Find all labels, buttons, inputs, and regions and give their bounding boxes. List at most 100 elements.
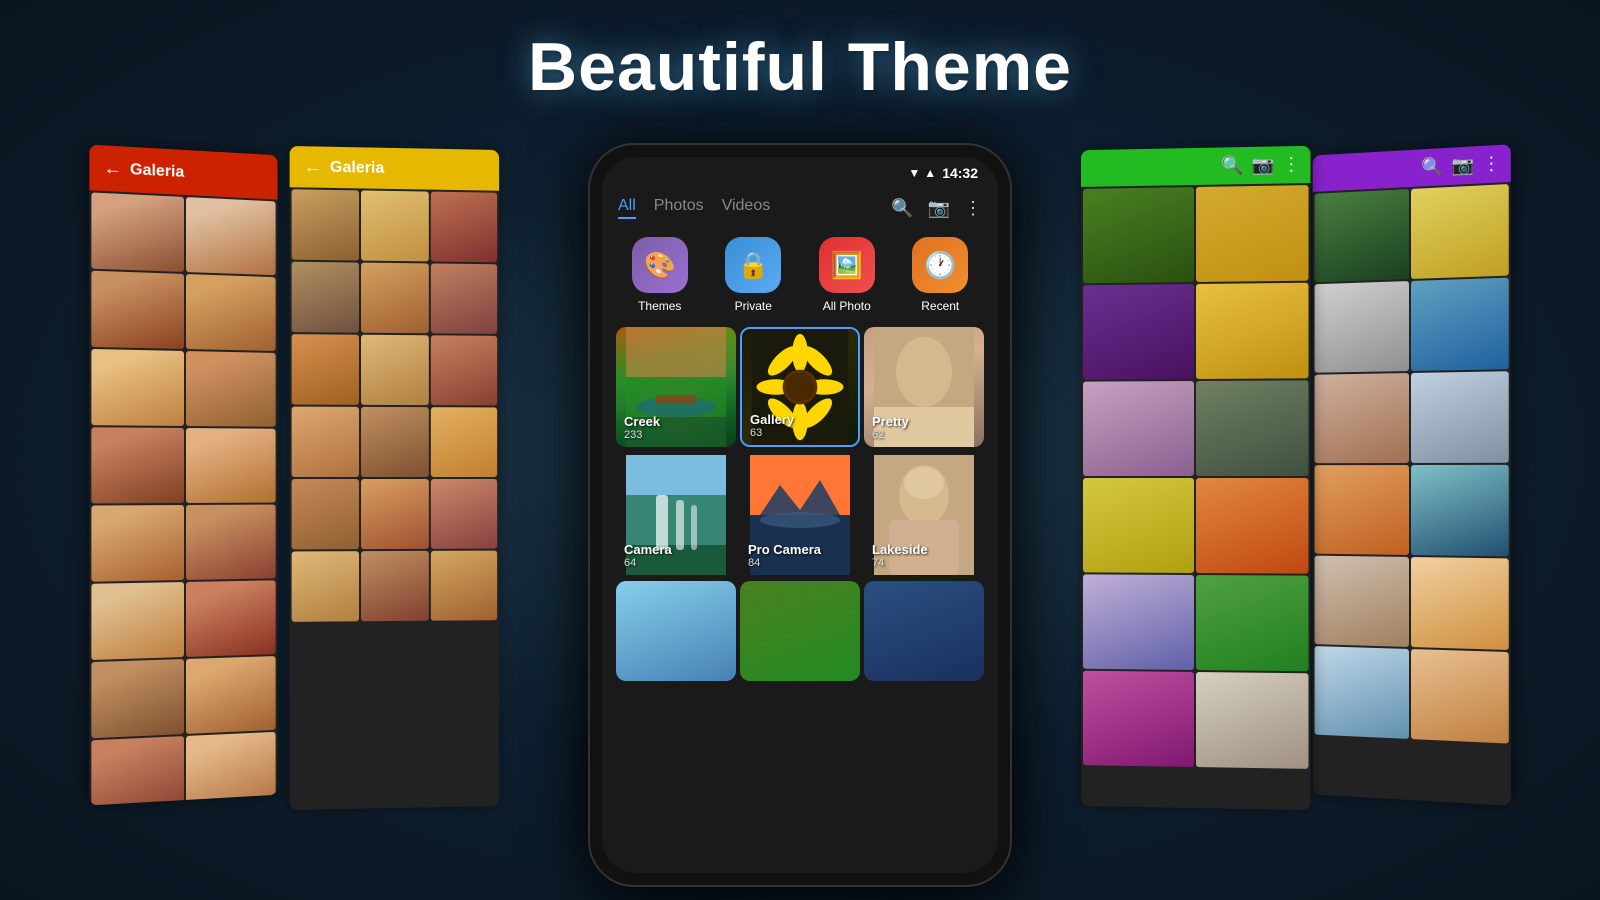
nav-icons: 🔍 📷 ⋮: [891, 198, 982, 219]
phone-screen: ▼ ▲ 14:32 All Photos Videos 🔍 📷 ⋮: [602, 157, 998, 873]
photo-grid-row1: Creek 233: [602, 323, 998, 451]
nature-grid-green: [1081, 183, 1310, 771]
status-time: 14:32: [942, 165, 978, 181]
small-item: [292, 334, 360, 405]
nav-tabs: All Photos Videos: [618, 197, 871, 219]
small-item: [292, 479, 360, 549]
portrait-item: [91, 582, 184, 660]
camera-icon[interactable]: 📷: [928, 198, 950, 219]
small-item: [292, 551, 360, 622]
portrait-item: [186, 732, 276, 806]
portrait-item: [91, 192, 184, 272]
album-camera[interactable]: Camera 64: [616, 455, 736, 575]
right-panel-purple: 🔍 📷 ⋮: [1313, 144, 1511, 806]
tab-all[interactable]: All: [618, 197, 636, 219]
camera-count: 64: [624, 557, 672, 569]
album-procamera[interactable]: Pro Camera 84: [740, 455, 860, 575]
private-label: Private: [735, 299, 772, 313]
wifi-icon: ▼: [908, 166, 920, 180]
allphoto-label: All Photo: [823, 299, 871, 313]
small-item: [430, 335, 497, 405]
extra1-bg: [616, 581, 736, 681]
procamera-count: 84: [748, 557, 821, 569]
nature-item: [1083, 478, 1194, 573]
themes-icon: 🎨: [644, 250, 676, 281]
nature-item: [1083, 187, 1194, 283]
procamera-info: Pro Camera 84: [748, 542, 821, 569]
tab-photos[interactable]: Photos: [654, 197, 704, 219]
portrait-item: [91, 736, 184, 805]
animal-item: [1315, 465, 1409, 555]
nature-item: [1083, 671, 1194, 767]
main-title: Beautiful Theme: [528, 28, 1072, 106]
nature-item: [1196, 478, 1308, 574]
red-panel-title: Galeria: [130, 160, 184, 181]
small-item: [361, 551, 428, 621]
back-icon-yellow: ←: [304, 156, 322, 177]
small-item: [430, 263, 497, 333]
pretty-name: Pretty: [872, 414, 909, 429]
album-extra1[interactable]: [616, 581, 736, 681]
allphoto-icon-box: 🖼️: [819, 237, 875, 293]
photo-grid-row3: [602, 579, 998, 685]
small-item: [430, 551, 497, 621]
search-icon-green: 🔍: [1221, 155, 1243, 176]
nature-item: [1196, 185, 1308, 282]
animal-grid-purple: [1313, 182, 1511, 746]
right-panel-green: 🔍 📷 ⋮: [1081, 146, 1310, 810]
private-icon-box: 🔒: [725, 237, 781, 293]
quick-themes[interactable]: 🎨 Themes: [616, 237, 704, 313]
album-extra3[interactable]: [864, 581, 984, 681]
album-extra2[interactable]: [740, 581, 860, 681]
small-item: [361, 190, 428, 261]
phone: ▼ ▲ 14:32 All Photos Videos 🔍 📷 ⋮: [590, 145, 1010, 885]
album-gallery[interactable]: Gallery 63: [740, 327, 860, 447]
private-icon: 🔒: [737, 250, 769, 281]
yellow-panel-title: Galeria: [330, 158, 384, 177]
portrait-grid-red: [89, 190, 277, 805]
album-creek[interactable]: Creek 233: [616, 327, 736, 447]
gallery-info: Gallery 63: [750, 412, 794, 439]
portrait-item: [91, 505, 184, 582]
quick-private[interactable]: 🔒 Private: [710, 237, 798, 313]
creek-info: Creek 233: [624, 414, 660, 441]
tab-videos[interactable]: Videos: [722, 197, 771, 219]
portrait-item: [186, 656, 276, 734]
phone-body: ▼ ▲ 14:32 All Photos Videos 🔍 📷 ⋮: [590, 145, 1010, 885]
animal-item: [1411, 557, 1509, 650]
quick-icons: 🎨 Themes 🔒 Private 🖼️ All Photo: [602, 227, 998, 323]
gallery-name: Gallery: [750, 412, 794, 427]
album-pretty[interactable]: Pretty 62: [864, 327, 984, 447]
small-item: [292, 262, 360, 333]
camera-info: Camera 64: [624, 542, 672, 569]
animal-item: [1411, 184, 1509, 279]
creek-count: 233: [624, 429, 660, 441]
allphoto-icon: 🖼️: [831, 250, 863, 281]
status-icons: ▼ ▲: [908, 166, 936, 180]
camera-name: Camera: [624, 542, 672, 557]
animal-item: [1315, 189, 1409, 282]
quick-allphoto[interactable]: 🖼️ All Photo: [803, 237, 891, 313]
small-item: [361, 407, 428, 477]
back-icon-red: ←: [104, 158, 122, 180]
nature-item: [1196, 672, 1308, 769]
portrait-item: [186, 197, 276, 275]
animal-item: [1411, 465, 1509, 557]
nature-item: [1083, 574, 1194, 670]
nature-item: [1083, 381, 1194, 476]
portrait-item: [186, 505, 276, 580]
portrait-item: [91, 349, 184, 426]
small-item: [361, 479, 428, 549]
nature-item: [1196, 283, 1308, 379]
themes-icon-box: 🎨: [632, 237, 688, 293]
more-icon[interactable]: ⋮: [964, 198, 982, 219]
album-lakeside[interactable]: Lakeside 74: [864, 455, 984, 575]
nature-item: [1196, 380, 1308, 476]
animal-item: [1315, 281, 1409, 373]
signal-icon: ▲: [924, 166, 936, 180]
more-icon-green: ⋮: [1282, 154, 1300, 175]
yellow-header: ← Galeria: [290, 146, 499, 191]
quick-recent[interactable]: 🕐 Recent: [897, 237, 985, 313]
creek-name: Creek: [624, 414, 660, 429]
search-icon[interactable]: 🔍: [891, 198, 913, 219]
